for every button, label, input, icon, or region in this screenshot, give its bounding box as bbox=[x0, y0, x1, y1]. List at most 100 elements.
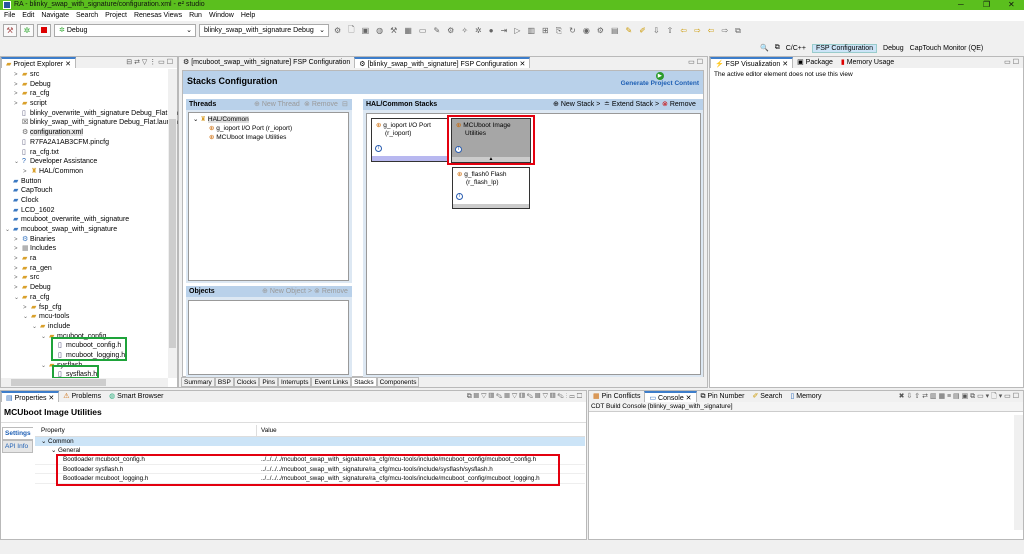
forward-icon[interactable]: ⇨ bbox=[721, 26, 728, 35]
tree-item[interactable]: > ▰ src bbox=[1, 70, 167, 80]
step-icon[interactable]: ⇥ bbox=[501, 26, 508, 35]
hammer-icon[interactable]: ⚒ bbox=[390, 26, 397, 35]
tab-pin-conflicts[interactable]: ▦ Pin Conflicts bbox=[589, 391, 644, 402]
view-controls[interactable]: ▭ ☐ bbox=[1004, 57, 1019, 68]
close-icon[interactable]: ✕ bbox=[520, 61, 526, 68]
tab-search[interactable]: ✐ Search bbox=[748, 391, 786, 402]
stack-card-ioport[interactable]: ⊕ g_ioport I/O Port (r_ioport) i bbox=[371, 118, 449, 162]
remove-object-button[interactable]: ⊗ Remove bbox=[314, 286, 348, 297]
marker-icon[interactable]: ✐ bbox=[639, 26, 646, 35]
tree-item[interactable]: ▰ Clock bbox=[1, 196, 167, 206]
run-icon[interactable]: ✲ bbox=[475, 26, 482, 35]
settings-icon[interactable]: ⚙ bbox=[447, 26, 454, 35]
remove-thread-button[interactable]: ⊗ Remove bbox=[304, 99, 338, 110]
page-tab-summary[interactable]: Summary bbox=[181, 377, 215, 387]
refresh-icon[interactable]: ↻ bbox=[569, 26, 576, 35]
tree-item[interactable]: ▯ ra_cfg.txt bbox=[1, 148, 167, 158]
page-tab-event-links[interactable]: Event Links bbox=[311, 377, 352, 387]
open-perspective-icon[interactable]: ⧉ bbox=[775, 44, 780, 52]
resume-icon[interactable]: ▷ bbox=[514, 26, 520, 35]
tree-item[interactable]: ⌄ ▰ ra_cfg bbox=[1, 293, 167, 303]
columns-icon[interactable]: ▥ bbox=[527, 26, 535, 35]
perspective-captouch[interactable]: CapTouch Monitor (QE) bbox=[910, 45, 984, 52]
next-annotation-icon[interactable]: ⇩ bbox=[653, 26, 660, 35]
info-icon[interactable]: i bbox=[375, 145, 382, 152]
back-edit-icon[interactable]: ⇦ bbox=[680, 26, 687, 35]
back-icon[interactable]: ⇦ bbox=[708, 26, 715, 35]
page-tab-stacks[interactable]: Stacks bbox=[351, 377, 377, 387]
menu-run[interactable]: Run bbox=[189, 12, 202, 19]
tab-pin-number[interactable]: ⧉ Pin Number bbox=[697, 391, 749, 402]
menu-search[interactable]: Search bbox=[76, 12, 98, 19]
eye-icon[interactable]: ◉ bbox=[583, 26, 590, 35]
cog-icon[interactable]: ⚙ bbox=[597, 26, 604, 35]
prev-annotation-icon[interactable]: ⇧ bbox=[667, 26, 674, 35]
tree-item[interactable]: ⌄? Developer Assistance bbox=[1, 157, 167, 167]
tab-properties[interactable]: ▤ Properties ✕ bbox=[1, 391, 60, 402]
remove-stack-button[interactable]: ⊗ Remove bbox=[662, 99, 696, 110]
pen-icon[interactable]: ✎ bbox=[626, 26, 633, 35]
tree-item[interactable]: > ▦Includes bbox=[1, 244, 167, 254]
page-tab-clocks[interactable]: Clocks bbox=[233, 377, 260, 387]
thread-module[interactable]: ⊕ MCUboot Image Utilities bbox=[193, 133, 344, 142]
generate-project-content-button[interactable]: ▶ Generate Project Content bbox=[621, 72, 699, 87]
globe-icon[interactable]: ◍ bbox=[376, 26, 383, 35]
thread-module[interactable]: ⊕ g_ioport I/O Port (r_ioport) bbox=[193, 124, 344, 133]
gear-icon[interactable]: ⚙ bbox=[334, 26, 341, 35]
search-icon[interactable]: 🔍 bbox=[760, 44, 769, 52]
tree-icon[interactable]: ⊞ bbox=[542, 26, 549, 35]
view-toolbar[interactable]: ⊟ ⇄ ▽ ⋮ ▭ ☐ bbox=[126, 57, 173, 68]
stop-button[interactable] bbox=[37, 24, 51, 37]
launch-config-select[interactable]: blinky_swap_with_signature Debug ⌄ bbox=[199, 24, 329, 37]
thread-hal-common[interactable]: ⌄ ♜ HAL/Common bbox=[193, 115, 344, 124]
tree-item[interactable]: ▰ LCD_1602 bbox=[1, 206, 167, 216]
perspective-cpp[interactable]: C/C++ bbox=[786, 45, 806, 52]
tree-item[interactable]: > ▰ Debug bbox=[1, 283, 167, 293]
tab-console[interactable]: ▭ Console ✕ bbox=[644, 391, 697, 402]
tab-memory[interactable]: ▯ Memory bbox=[786, 391, 825, 402]
stack-card-flash[interactable]: ⊕ g_flash0 Flash (r_flash_lp) i bbox=[452, 167, 530, 209]
console-scrollbar[interactable] bbox=[1014, 415, 1023, 530]
collapse-icon[interactable]: ⊟ bbox=[342, 99, 348, 110]
menu-file[interactable]: File bbox=[4, 12, 15, 19]
tree-item[interactable]: > ▰ fsp_cfg bbox=[1, 303, 167, 313]
horizontal-scrollbar[interactable] bbox=[1, 378, 168, 387]
view-toolbar[interactable]: ⧉ ▤ ▽ ▥ ✎ ▤ ▽ ▥ ✎ ▤ ▽ ▥ ✎ ⋮ ▭ ☐ bbox=[467, 391, 582, 402]
tree-item[interactable]: > ▰ ra bbox=[1, 254, 167, 264]
save-icon[interactable]: ▣ bbox=[362, 26, 370, 35]
tree-item[interactable]: > ▰ src bbox=[1, 273, 167, 283]
chip-icon[interactable]: ▦ bbox=[404, 26, 412, 35]
build-config-select[interactable]: ✲ Debug ⌄ bbox=[54, 24, 196, 37]
menu-project[interactable]: Project bbox=[105, 12, 127, 19]
tab-memory-usage[interactable]: ▮ Memory Usage bbox=[837, 57, 898, 68]
copy-icon[interactable]: ⎘ bbox=[556, 26, 562, 36]
tree-item[interactable]: > ♜ HAL/Common bbox=[1, 167, 167, 177]
tree-item[interactable]: ▯ blinky_overwrite_with_signature Debug_F… bbox=[1, 109, 181, 119]
console-toolbar[interactable]: ✖ ⇩ ⇧ ⇄ ▥ ▦ ≡ ▤ ▣ ⧉ ▭ ▾ 🗋 ▾ ▭ ☐ bbox=[899, 391, 1019, 402]
new-thread-button[interactable]: ⊕ New Thread bbox=[254, 99, 300, 110]
tree-item[interactable]: > ▰ ra_gen bbox=[1, 264, 167, 274]
tab-package[interactable]: ▣ Package bbox=[793, 57, 837, 68]
window-icon[interactable]: ▤ bbox=[611, 26, 619, 35]
tab-blinky-fsp-config[interactable]: ⚙ [blinky_swap_with_signature] FSP Confi… bbox=[354, 57, 531, 68]
perspective-fsp-configuration[interactable]: FSP Configuration bbox=[811, 43, 878, 53]
page-tab-interrupts[interactable]: Interrupts bbox=[278, 377, 312, 387]
tools-icon[interactable]: ✎ bbox=[433, 26, 440, 35]
menu-renesas-views[interactable]: Renesas Views bbox=[134, 12, 182, 19]
tree-item[interactable]: ▰ CapTouch bbox=[1, 186, 167, 196]
tab-project-explorer[interactable]: ▰ Project Explorer ✕ bbox=[1, 57, 76, 68]
tree-item[interactable]: > ▰ Debug bbox=[1, 80, 167, 90]
menu-edit[interactable]: Edit bbox=[22, 12, 34, 19]
perspective-debug[interactable]: Debug bbox=[883, 45, 904, 52]
page-tab-pins[interactable]: Pins bbox=[259, 377, 278, 387]
maximize-button[interactable]: ❐ bbox=[983, 0, 990, 10]
vertical-scrollbar[interactable] bbox=[168, 69, 177, 378]
build-hammer-button[interactable]: ⚒ bbox=[3, 24, 17, 37]
tree-item[interactable]: ▯ R7FA2A1AB3CFM.pincfg bbox=[1, 138, 167, 148]
menu-help[interactable]: Help bbox=[241, 12, 255, 19]
new-file-icon[interactable]: 🗋 bbox=[348, 24, 354, 38]
new-object-button[interactable]: ⊕ New Object > bbox=[262, 286, 312, 297]
debug-button[interactable]: ✲ bbox=[20, 24, 34, 37]
tab-smart-browser[interactable]: ◍ Smart Browser bbox=[105, 391, 167, 402]
tab-mcuboot-fsp-config[interactable]: ⚙ [mcuboot_swap_with_signature] FSP Conf… bbox=[179, 57, 354, 68]
